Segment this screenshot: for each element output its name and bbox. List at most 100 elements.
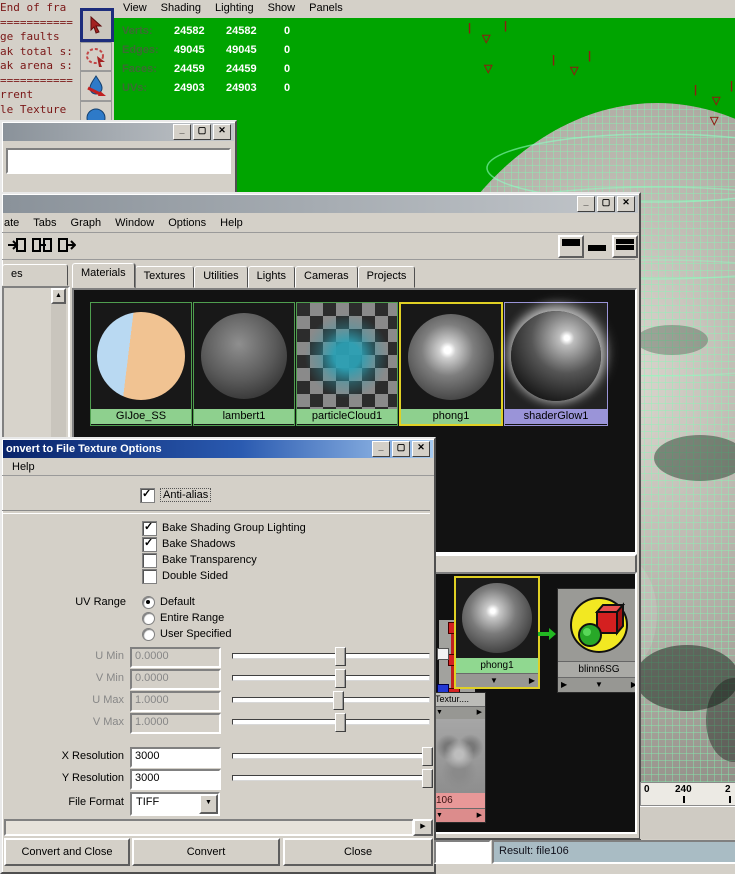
file-texture-node[interactable]: Textur.... ▼▶ 106 ▼▶ (432, 692, 486, 823)
hypershade-titlebar[interactable]: _ ▢ ✕ (3, 195, 638, 213)
tab-materials[interactable]: Materials (72, 263, 135, 288)
range-slider-area[interactable] (640, 806, 735, 839)
uv-range-entire-radio[interactable] (142, 612, 155, 625)
paint-select-tool-button[interactable] (80, 71, 112, 101)
file-format-value: TIFF (132, 794, 199, 814)
node-thumbnail (456, 578, 538, 658)
menu-help[interactable]: Help (2, 459, 42, 475)
connection-arrow-icon (549, 628, 556, 640)
scroll-right-icon[interactable]: ▶ (413, 819, 433, 836)
y-resolution-field[interactable]: 3000 (130, 769, 221, 790)
x-resolution-field[interactable]: 3000 (130, 747, 221, 768)
output-window: _ ▢ ✕ (0, 120, 237, 196)
menu-help[interactable]: Help (213, 215, 250, 231)
menu-options[interactable]: Options (161, 215, 213, 231)
close-icon[interactable]: ✕ (412, 441, 430, 457)
node-output-icon[interactable]: ▶ (477, 811, 482, 821)
lasso-tool-button[interactable] (80, 42, 112, 71)
material-swatch[interactable]: shaderGlow1 (504, 302, 608, 426)
node-input-icon[interactable]: ▶ (561, 680, 567, 690)
dropdown-arrow-icon[interactable]: ▼ (199, 794, 218, 814)
phong-node[interactable]: phong1 ▼▶ (454, 576, 540, 689)
material-name: phong1 (401, 409, 501, 424)
node-output-icon[interactable]: ▶ (529, 676, 535, 686)
u-max-field[interactable]: 1.0000 (130, 691, 221, 712)
dialog-title: onvert to File Texture Options (6, 443, 162, 455)
menu-window[interactable]: Window (108, 215, 161, 231)
v-max-field[interactable]: 1.0000 (130, 713, 221, 734)
menu-lighting[interactable]: Lighting (208, 0, 261, 16)
tab-utilities[interactable]: Utilities (194, 266, 247, 288)
close-icon[interactable]: ✕ (213, 124, 231, 140)
close-icon[interactable]: ✕ (617, 196, 635, 212)
layout-top-only-button[interactable] (558, 235, 584, 258)
x-resolution-slider[interactable] (232, 747, 430, 765)
tool-box (80, 8, 114, 124)
material-swatch[interactable]: lambert1 (193, 302, 295, 426)
node-expand-icon[interactable]: ▼ (436, 708, 443, 718)
menu-show[interactable]: Show (261, 0, 303, 16)
bake-shading-group-lighting-checkbox[interactable] (142, 521, 157, 536)
tab-lights[interactable]: Lights (248, 266, 295, 288)
dialog-hscroll-track[interactable] (4, 819, 414, 836)
maximize-icon[interactable]: ▢ (193, 124, 211, 140)
side-tab[interactable]: es (2, 264, 68, 286)
output-window-titlebar[interactable]: _ ▢ ✕ (3, 123, 234, 141)
minimize-icon[interactable]: _ (577, 196, 595, 212)
tab-cameras[interactable]: Cameras (295, 266, 358, 288)
v-max-slider[interactable] (232, 713, 430, 731)
command-line-input[interactable] (434, 840, 491, 864)
menu-shading[interactable]: Shading (154, 0, 208, 16)
double-sided-checkbox[interactable] (142, 569, 157, 584)
output-text-field[interactable] (6, 148, 231, 174)
node-output-icon[interactable]: ▶ (477, 708, 482, 718)
minimize-icon[interactable]: _ (372, 441, 390, 457)
close-button[interactable]: Close (283, 838, 433, 866)
menu-view[interactable]: View (116, 0, 154, 16)
uv-range-user-radio[interactable] (142, 628, 155, 641)
material-swatch-selected[interactable]: phong1 (399, 302, 503, 426)
node-expand-icon[interactable]: ▼ (436, 811, 443, 821)
menu-graph[interactable]: Graph (64, 215, 109, 231)
tab-projects[interactable]: Projects (358, 266, 416, 288)
input-connections-icon[interactable] (8, 237, 26, 253)
dialog-titlebar[interactable]: onvert to File Texture Options _ ▢ ✕ (3, 440, 433, 458)
y-resolution-slider[interactable] (232, 769, 430, 787)
u-min-slider[interactable] (232, 647, 430, 665)
output-connections-icon[interactable] (58, 237, 76, 253)
anti-alias-checkbox[interactable] (140, 488, 155, 503)
normal-indicator-icon: | (694, 84, 697, 96)
v-min-field[interactable]: 0.0000 (130, 669, 221, 690)
select-tool-button[interactable] (80, 8, 114, 42)
node-expand-icon[interactable]: ▼ (595, 680, 603, 690)
layout-bottom-only-button[interactable] (586, 235, 608, 254)
material-swatch[interactable]: particleCloud1 (296, 302, 398, 426)
scroll-up-icon[interactable]: ▲ (51, 288, 66, 304)
u-max-slider[interactable] (232, 691, 430, 709)
input-output-connections-icon[interactable] (32, 237, 52, 253)
swatch-tabs: Materials Textures Utilities Lights Came… (72, 265, 635, 288)
convert-and-close-button[interactable]: Convert and Close (4, 838, 130, 866)
node-expand-icon[interactable]: ▼ (490, 676, 498, 686)
menu-create[interactable]: ate (2, 215, 26, 231)
maximize-icon[interactable]: ▢ (597, 196, 615, 212)
time-slider[interactable]: 0 240 2 (640, 782, 735, 806)
bake-shadows-checkbox[interactable] (142, 537, 157, 552)
menu-panels[interactable]: Panels (302, 0, 350, 16)
layout-split-button[interactable] (612, 235, 638, 258)
uv-range-default-radio[interactable] (142, 596, 155, 609)
uv-range-entire-label: Entire Range (160, 612, 224, 624)
u-min-field[interactable]: 0.0000 (130, 647, 221, 668)
menu-tabs[interactable]: Tabs (26, 215, 63, 231)
convert-button[interactable]: Convert (132, 838, 280, 866)
bake-transparency-checkbox[interactable] (142, 553, 157, 568)
shading-group-node[interactable]: blinn6SG ▶▼▶ (557, 588, 637, 693)
tab-textures[interactable]: Textures (135, 266, 195, 288)
material-swatch[interactable]: GIJoe_SS (90, 302, 192, 426)
maximize-icon[interactable]: ▢ (392, 441, 410, 457)
v-min-slider[interactable] (232, 669, 430, 687)
node-output-icon[interactable]: ▶ (631, 680, 637, 690)
minimize-icon[interactable]: _ (173, 124, 191, 140)
file-format-dropdown[interactable]: TIFF ▼ (130, 792, 220, 816)
double-sided-label: Double Sided (162, 570, 228, 582)
